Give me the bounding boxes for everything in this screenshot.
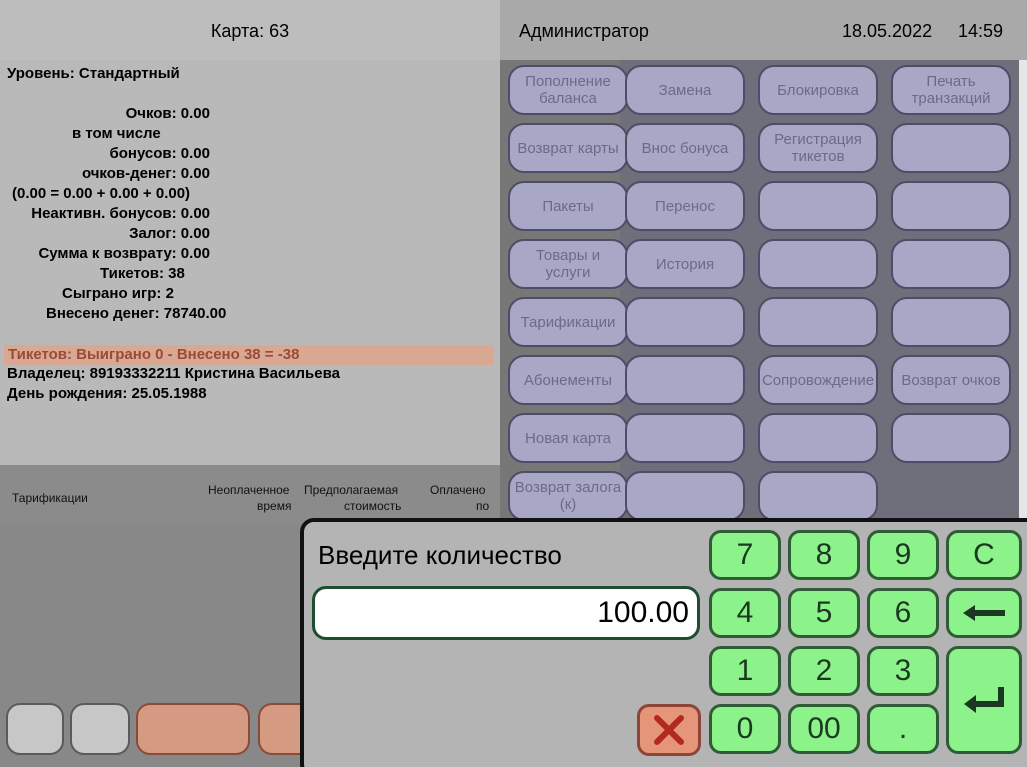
scroll-up-button[interactable] bbox=[6, 703, 64, 755]
backspace-button[interactable] bbox=[946, 588, 1022, 638]
operator-name: Администратор bbox=[519, 21, 649, 41]
topup-button[interactable]: Пополнение баланса bbox=[508, 65, 628, 115]
app-window: Карта: 63 Администратор 18.05.2022 14:59… bbox=[0, 0, 1027, 767]
col-estimated-cost: Предполагаемая bbox=[304, 483, 399, 497]
transfer-button[interactable]: Перенос bbox=[625, 181, 745, 231]
scroll-down-button[interactable] bbox=[70, 703, 130, 755]
subscriptions-button[interactable]: Абонементы bbox=[508, 355, 628, 405]
empty-button[interactable] bbox=[625, 413, 745, 463]
bonuses-value: бонусов: 0.00 bbox=[109, 145, 210, 162]
replace-button[interactable]: Замена bbox=[625, 65, 745, 115]
action-grid: Пополнение баланса Замена Блокировка Печ… bbox=[500, 60, 1027, 521]
tariffs-table-header: Тарификации Неоплаченное время Предполаг… bbox=[0, 465, 500, 525]
empty-button[interactable] bbox=[758, 297, 878, 347]
return-deposit-button[interactable]: Возврат залога (к) bbox=[508, 471, 628, 521]
empty-button[interactable] bbox=[891, 413, 1011, 463]
key-5[interactable]: 5 bbox=[788, 588, 860, 638]
backspace-arrow-icon bbox=[963, 605, 1005, 621]
empty-button[interactable] bbox=[625, 355, 745, 405]
col-unpaid-time-2: время bbox=[257, 499, 292, 513]
col-tariffs: Тарификации bbox=[12, 491, 88, 505]
new-card-button[interactable]: Новая карта bbox=[508, 413, 628, 463]
empty-button[interactable] bbox=[891, 239, 1011, 289]
card-info-panel: Уровень: Стандартный Очков: 0.00 в том ч… bbox=[0, 60, 500, 465]
points-value: Очков: 0.00 bbox=[125, 105, 210, 122]
key-8[interactable]: 8 bbox=[788, 530, 860, 580]
quantity-input[interactable]: 100.00 bbox=[312, 586, 700, 640]
key-00[interactable]: 00 bbox=[788, 704, 860, 754]
deposit-value: Залог: 0.00 bbox=[129, 225, 210, 242]
block-button[interactable]: Блокировка bbox=[758, 65, 878, 115]
enter-icon bbox=[964, 687, 1004, 713]
col-paid: Оплачено bbox=[430, 483, 486, 497]
return-points-button[interactable]: Возврат очков bbox=[891, 355, 1011, 405]
owner-info: Владелец: 89193332211 Кристина Васильева bbox=[7, 365, 340, 382]
card-number: Карта: 63 bbox=[210, 21, 290, 41]
col-paid-2: по bbox=[476, 499, 490, 513]
action-button[interactable] bbox=[136, 703, 250, 755]
points-formula: (0.00 = 0.00 + 0.00 + 0.00) bbox=[12, 185, 191, 202]
quantity-dialog: Введите количество 100.00 7 8 9 C 4 5 6 … bbox=[300, 518, 1027, 767]
print-transactions-button[interactable]: Печать транзакций bbox=[891, 65, 1011, 115]
money-in-value: Внесено денег: 78740.00 bbox=[46, 305, 227, 322]
bottom-toolbar bbox=[0, 525, 318, 767]
empty-button[interactable] bbox=[758, 181, 878, 231]
key-dot[interactable]: . bbox=[867, 704, 939, 754]
empty-button[interactable] bbox=[758, 239, 878, 289]
empty-button[interactable] bbox=[891, 181, 1011, 231]
cancel-button[interactable] bbox=[637, 704, 701, 756]
bonus-deposit-button[interactable]: Внос бонуса bbox=[625, 123, 745, 173]
key-0[interactable]: 0 bbox=[709, 704, 781, 754]
packages-button[interactable]: Пакеты bbox=[508, 181, 628, 231]
status-header: Администратор 18.05.2022 14:59 bbox=[500, 0, 1027, 60]
key-1[interactable]: 1 bbox=[709, 646, 781, 696]
key-7[interactable]: 7 bbox=[709, 530, 781, 580]
tickets-balance: Тикетов: Выиграно 0 - Внесено 38 = -38 bbox=[8, 346, 300, 363]
empty-button[interactable] bbox=[891, 123, 1011, 173]
key-3[interactable]: 3 bbox=[867, 646, 939, 696]
including-label: в том числе bbox=[72, 125, 161, 142]
empty-button[interactable] bbox=[758, 413, 878, 463]
money-points-value: очков-денег: 0.00 bbox=[81, 165, 210, 182]
return-card-button[interactable]: Возврат карты bbox=[508, 123, 628, 173]
empty-button[interactable] bbox=[758, 471, 878, 521]
card-header: Карта: 63 bbox=[0, 0, 500, 60]
col-estimated-cost-2: стоимость bbox=[344, 499, 402, 513]
ticket-registration-button[interactable]: Регистрация тикетов bbox=[758, 123, 878, 173]
games-value: Сыграно игр: 2 bbox=[62, 285, 174, 302]
dialog-prompt: Введите количество bbox=[318, 540, 562, 570]
right-edge-strip bbox=[1019, 60, 1027, 520]
history-button[interactable]: История bbox=[625, 239, 745, 289]
card-level: Уровень: Стандартный bbox=[7, 65, 180, 82]
refund-value: Сумма к возврату: 0.00 bbox=[38, 245, 210, 262]
inactive-bonuses-value: Неактивн. бонусов: 0.00 bbox=[31, 205, 210, 222]
key-4[interactable]: 4 bbox=[709, 588, 781, 638]
empty-button[interactable] bbox=[891, 297, 1011, 347]
empty-button[interactable] bbox=[625, 297, 745, 347]
birthday-info: День рождения: 25.05.1988 bbox=[7, 385, 207, 402]
close-icon bbox=[654, 715, 684, 745]
enter-button[interactable] bbox=[946, 646, 1022, 754]
col-unpaid-time: Неоплаченное bbox=[208, 483, 290, 497]
empty-button[interactable] bbox=[625, 471, 745, 521]
key-clear[interactable]: C bbox=[946, 530, 1022, 580]
current-time: 14:59 bbox=[958, 21, 1004, 41]
tariffs-button[interactable]: Тарификации bbox=[508, 297, 628, 347]
key-6[interactable]: 6 bbox=[867, 588, 939, 638]
current-date: 18.05.2022 bbox=[842, 21, 933, 41]
key-2[interactable]: 2 bbox=[788, 646, 860, 696]
escort-button[interactable]: Сопровождение bbox=[758, 355, 878, 405]
goods-button[interactable]: Товары и услуги bbox=[508, 239, 628, 289]
key-9[interactable]: 9 bbox=[867, 530, 939, 580]
tickets-balance-row: Тикетов: Выиграно 0 - Внесено 38 = -38 bbox=[4, 345, 494, 365]
tickets-value: Тикетов: 38 bbox=[100, 265, 185, 282]
